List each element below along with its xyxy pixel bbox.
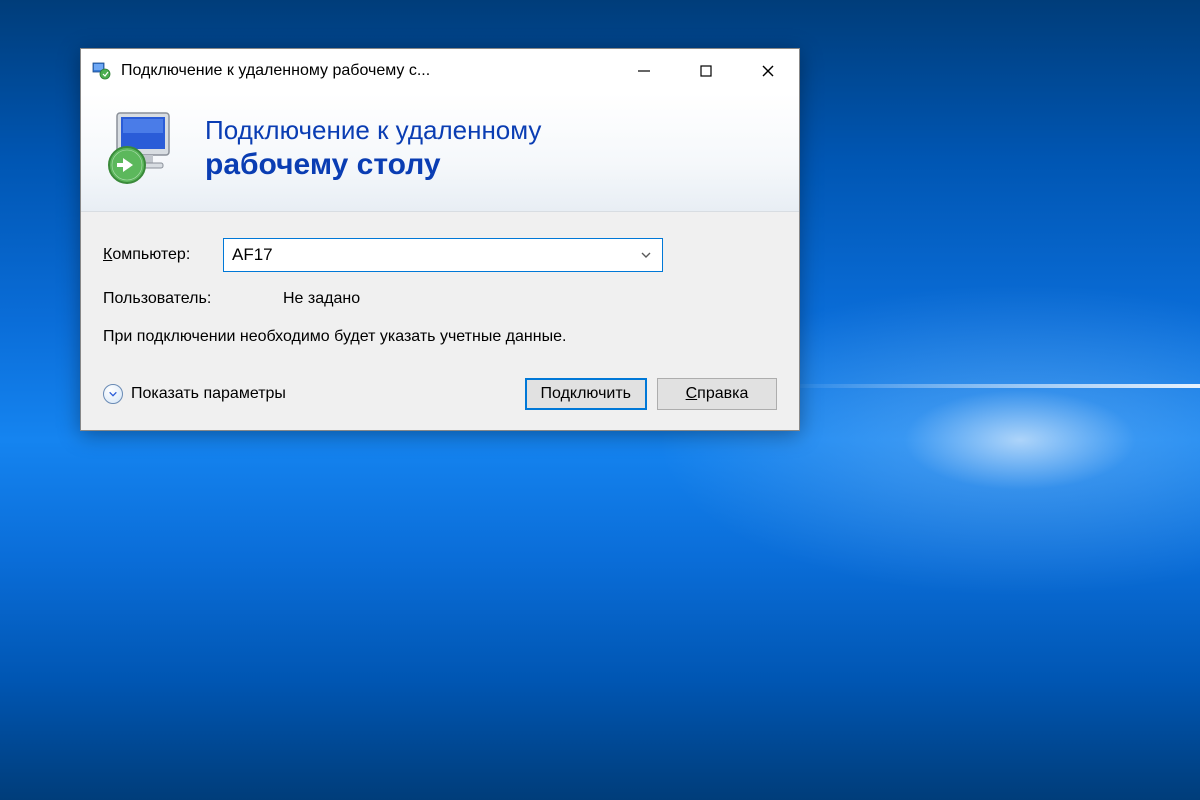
minimize-button[interactable] (613, 49, 675, 93)
user-label: Пользователь: (103, 290, 283, 308)
desktop-light-ray (780, 384, 1200, 388)
chevron-down-icon[interactable] (638, 249, 654, 261)
help-button[interactable]: Справка (657, 378, 777, 410)
computer-row: Компьютер: (103, 238, 777, 272)
connect-button[interactable]: Подключить (525, 378, 647, 410)
header-text: Подключение к удаленному рабочему столу (205, 115, 541, 182)
footer-row: Показать параметры Подключить Справка (103, 378, 777, 410)
window-title: Подключение к удаленному рабочему с... (121, 62, 613, 80)
maximize-button[interactable] (675, 49, 737, 93)
window-controls (613, 49, 799, 93)
rdp-dialog-window: Подключение к удаленному рабочему с... (80, 48, 800, 431)
computer-input[interactable] (232, 245, 638, 265)
user-row: Пользователь: Не задано (103, 290, 777, 308)
dialog-body: Компьютер: Пользователь: Не задано При п… (81, 212, 799, 430)
app-icon (91, 61, 111, 81)
header-band: Подключение к удаленному рабочему столу (81, 93, 799, 212)
header-line2: рабочему столу (205, 147, 541, 183)
show-options-label: Показать параметры (131, 385, 286, 403)
credentials-info: При подключении необходимо будет указать… (103, 326, 643, 348)
show-options-toggle[interactable]: Показать параметры (103, 384, 286, 404)
computer-label: Компьютер: (103, 246, 223, 264)
close-button[interactable] (737, 49, 799, 93)
titlebar[interactable]: Подключение к удаленному рабочему с... (81, 49, 799, 93)
user-value: Не задано (283, 290, 360, 308)
rdp-header-icon (103, 107, 187, 191)
expand-down-icon (103, 384, 123, 404)
header-line1: Подключение к удаленному (205, 115, 541, 146)
computer-combobox[interactable] (223, 238, 663, 272)
